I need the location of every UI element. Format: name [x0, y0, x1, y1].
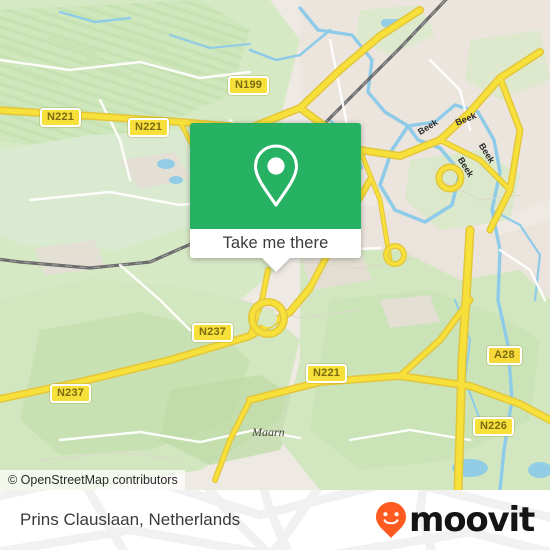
map-canvas[interactable]: N221 N221 N199 N237 N237 N221 A28 N226 M…: [0, 0, 550, 490]
road-shield: N221: [128, 118, 170, 137]
footer-bar: Prins Clauslaan, Netherlands moovit: [0, 490, 550, 550]
road-shield: N221: [306, 364, 348, 383]
location-title: Prins Clauslaan, Netherlands: [20, 510, 241, 529]
road-shield: N199: [228, 76, 270, 95]
road-shield: N237: [50, 384, 92, 403]
moovit-map-screenshot: N221 N221 N199 N237 N237 N221 A28 N226 M…: [0, 0, 550, 550]
road-shield: N221: [40, 108, 82, 127]
callout-pointer-tail: [261, 258, 290, 272]
take-me-there-callout[interactable]: Take me there: [190, 123, 361, 272]
moovit-brand: moovit: [374, 500, 535, 540]
moovit-wordmark: moovit: [408, 500, 535, 540]
road-shield: N237: [192, 323, 234, 342]
map-pin-icon: [253, 144, 298, 207]
place-label-maarn: Maarn: [252, 425, 285, 439]
road-shield: A28: [487, 346, 522, 365]
callout-action-bar[interactable]: Take me there: [190, 229, 361, 258]
callout-header: [190, 123, 361, 229]
callout-action-label: Take me there: [222, 234, 329, 252]
moovit-smiling-pin-icon: [375, 502, 406, 538]
road-shield: N226: [473, 417, 515, 436]
osm-attribution[interactable]: © OpenStreetMap contributors: [0, 470, 185, 490]
